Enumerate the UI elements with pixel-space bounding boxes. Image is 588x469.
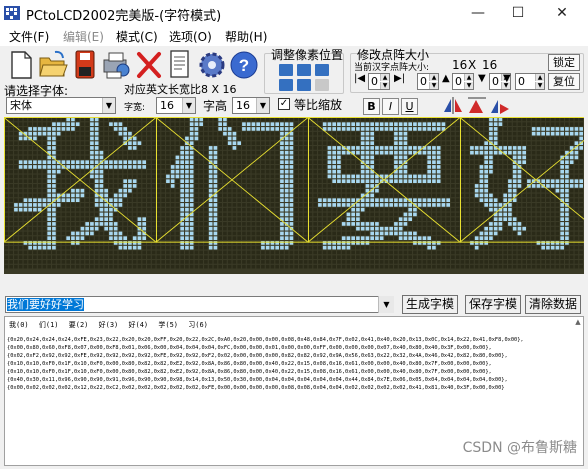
- menu-options[interactable]: 选项(O): [169, 28, 212, 45]
- input-dropdown-icon[interactable]: ▼: [378, 296, 394, 313]
- shrink-all-icon[interactable]: ▼: [503, 73, 511, 84]
- clear-data-button[interactable]: 清除数据: [525, 295, 581, 314]
- spin-top[interactable]: 0 ▲ ▼: [452, 73, 474, 90]
- svg-text:?: ?: [239, 56, 249, 75]
- document-icon[interactable]: [164, 48, 194, 80]
- code-line: {0x20,0x24,0x24,0x24,0xFE,0x23,0x22,0x20…: [7, 337, 524, 343]
- mirror-vertical-icon[interactable]: [466, 96, 488, 115]
- font-width-select[interactable]: 16 ▼: [156, 97, 196, 114]
- code-line: {0x10,0x10,0xF0,0x1F,0x10,0xF0,0x00,0x80…: [7, 369, 492, 375]
- font-height-label: 字高: [203, 99, 228, 113]
- font-select[interactable]: 宋体 ▼: [6, 97, 116, 114]
- bold-button[interactable]: B: [363, 98, 380, 115]
- italic-button[interactable]: I: [382, 98, 399, 115]
- current-size-height: 16: [482, 58, 498, 72]
- char-tab[interactable]: 要(2): [69, 320, 89, 330]
- help-icon[interactable]: ?: [229, 48, 259, 80]
- save-font-button[interactable]: 保存字模: [465, 295, 521, 314]
- mirror-horizontal-icon[interactable]: [442, 96, 464, 115]
- delete-icon[interactable]: [134, 48, 164, 80]
- char-tab[interactable]: 我(0): [9, 320, 29, 330]
- current-size-x: X: [468, 58, 477, 72]
- code-line: {0x10,0x10,0xF0,0x1F,0x10,0xF0,0x00,0x80…: [7, 361, 492, 367]
- ascii-ratio-label: 对应英文长宽比8 X 16: [124, 83, 237, 96]
- char-tab[interactable]: 习(6): [188, 320, 208, 330]
- save-disk-icon[interactable]: [70, 48, 100, 80]
- spin-right[interactable]: 0 ▲ ▼: [417, 73, 439, 90]
- title-bar: PCtoLCD2002完美版-(字符模式) — ☐ ✕: [0, 0, 588, 26]
- print-icon[interactable]: [101, 48, 131, 80]
- font-height-select[interactable]: 16 ▼: [232, 97, 270, 114]
- current-size-width: 16: [452, 58, 468, 72]
- text-input[interactable]: 我们要好好学习: [5, 296, 394, 313]
- output-area[interactable]: 我(0) 们(1) 要(2) 好(3) 好(4) 学(5) 习(6) ▲ {0x…: [4, 316, 584, 466]
- rotate-icon[interactable]: [489, 96, 511, 115]
- char-tabs: 我(0) 们(1) 要(2) 好(3) 好(4) 学(5) 习(6): [9, 320, 214, 330]
- shrink-top-icon[interactable]: ▲: [442, 73, 450, 84]
- input-row: 我们要好好学习 ▼ 生成字模 保存字模 清除数据: [0, 295, 588, 315]
- scroll-up-icon[interactable]: ▲: [573, 317, 583, 327]
- code-line: {0x02,0xF2,0x92,0x92,0xFE,0x92,0x92,0x92…: [7, 353, 508, 359]
- char-tab[interactable]: 们(1): [39, 320, 59, 330]
- code-lines: {0x20,0x24,0x24,0x24,0xFE,0x23,0x22,0x20…: [7, 336, 579, 392]
- shrink-left-icon[interactable]: |◀: [354, 73, 365, 84]
- spin-all[interactable]: 0 ▲ ▼: [515, 73, 545, 90]
- maximize-button[interactable]: ☐: [496, 0, 540, 26]
- menu-mode[interactable]: 模式(C): [116, 28, 158, 45]
- menu-edit[interactable]: 编辑(E): [63, 28, 104, 45]
- open-folder-icon[interactable]: [38, 48, 68, 80]
- menu-file[interactable]: 文件(F): [9, 28, 49, 45]
- shrink-right-icon[interactable]: ▶|: [394, 73, 405, 84]
- minimize-button[interactable]: —: [456, 0, 500, 26]
- char-tab[interactable]: 好(4): [129, 320, 149, 330]
- move-down-button[interactable]: [297, 64, 311, 76]
- rotate-button[interactable]: [315, 79, 329, 91]
- proportional-label: 等比缩放: [294, 98, 343, 112]
- generate-button[interactable]: 生成字模: [402, 295, 458, 314]
- char-tab[interactable]: 好(3): [99, 320, 119, 330]
- dot-matrix-grid[interactable]: [4, 117, 584, 274]
- adjust-pixel-label: 调整像素位置: [271, 48, 344, 62]
- flip-button[interactable]: [297, 79, 311, 91]
- underline-button[interactable]: U: [401, 98, 418, 115]
- dot-matrix-panel[interactable]: [4, 117, 584, 274]
- menu-help[interactable]: 帮助(H): [225, 28, 267, 45]
- lock-button[interactable]: 锁定: [548, 54, 580, 71]
- settings-gear-icon[interactable]: [197, 48, 227, 80]
- code-line: {0x40,0x30,0x11,0x96,0x90,0x90,0x91,0x96…: [7, 377, 508, 383]
- move-right-button[interactable]: [279, 79, 293, 91]
- font-width-label: 字宽:: [124, 103, 146, 113]
- code-line: {0x00,0x80,0x60,0xF8,0x07,0x00,0xF8,0x01…: [7, 345, 492, 351]
- current-size-label: 当前汉字点阵大小:: [354, 63, 430, 73]
- close-button[interactable]: ✕: [540, 0, 584, 26]
- code-line: {0x00,0x02,0x02,0x02,0x12,0x22,0xC2,0x02…: [7, 385, 505, 391]
- menu-bar: 文件(F) 编辑(E) 模式(C) 选项(O) 帮助(H): [0, 26, 588, 46]
- shrink-bottom-icon[interactable]: ▼: [478, 73, 486, 84]
- reset-button[interactable]: 复位: [548, 73, 580, 90]
- move-left-button[interactable]: [315, 64, 329, 76]
- spin-left[interactable]: 0 ▲ ▼: [368, 73, 390, 90]
- window-title: PCtoLCD2002完美版-(字符模式): [26, 9, 222, 24]
- watermark: CSDN @布鲁斯糖: [462, 440, 577, 456]
- move-up-button[interactable]: [279, 64, 293, 76]
- new-file-icon[interactable]: [6, 48, 36, 80]
- text-input-value: 我们要好好学习: [7, 298, 84, 311]
- char-tab[interactable]: 学(5): [158, 320, 178, 330]
- app-icon: [4, 6, 20, 20]
- proportional-checkbox[interactable]: ✓: [278, 98, 290, 110]
